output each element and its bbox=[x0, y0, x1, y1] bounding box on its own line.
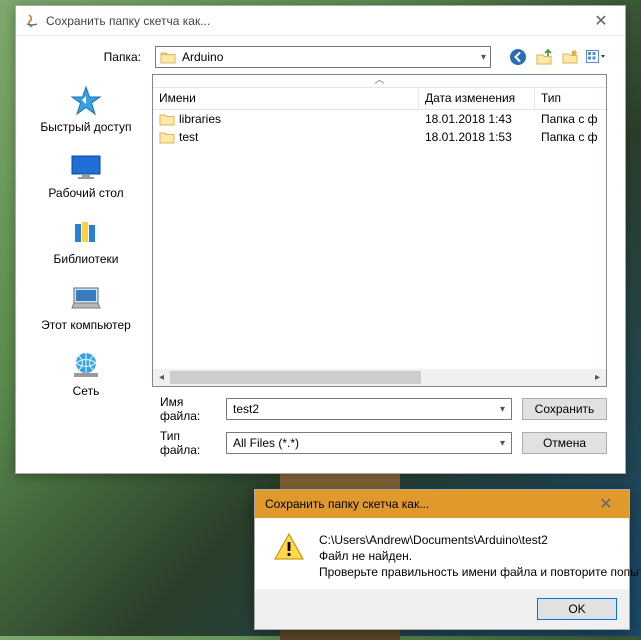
file-rows: libraries 18.01.2018 1:43 Папка с ф test… bbox=[153, 110, 606, 369]
expand-handle[interactable]: ︿ bbox=[153, 75, 606, 88]
places-bar: Быстрый доступ Рабочий стол bbox=[20, 74, 152, 387]
folder-label: Папка: bbox=[34, 50, 149, 64]
col-type[interactable]: Тип bbox=[535, 88, 606, 109]
list-item[interactable]: libraries 18.01.2018 1:43 Папка с ф bbox=[153, 110, 606, 128]
network-icon bbox=[20, 348, 152, 382]
computer-icon bbox=[20, 282, 152, 316]
scroll-right-icon[interactable]: ▸ bbox=[589, 369, 606, 386]
error-titlebar: Сохранить папку скетча как... ✕ bbox=[255, 490, 629, 518]
place-libraries[interactable]: Библиотеки bbox=[20, 210, 152, 276]
filename-input[interactable]: test2 ▾ bbox=[226, 398, 512, 420]
error-close-button[interactable]: ✕ bbox=[587, 492, 625, 516]
save-dialog: Сохранить папку скетча как... ✕ Папка: A… bbox=[15, 5, 626, 474]
desktop-icon bbox=[20, 150, 152, 184]
error-dialog: Сохранить папку скетча как... ✕ C:\Users… bbox=[254, 489, 630, 630]
back-button[interactable] bbox=[507, 46, 529, 68]
dialog-title: Сохранить папку скетча как... bbox=[46, 14, 581, 28]
chevron-down-icon[interactable]: ▾ bbox=[500, 438, 505, 449]
filename-label: Имя файла: bbox=[20, 395, 216, 423]
up-button[interactable] bbox=[533, 46, 555, 68]
filetype-select[interactable]: All Files (*.*) ▾ bbox=[226, 432, 512, 454]
error-title: Сохранить папку скетча как... bbox=[265, 497, 587, 511]
filetype-label: Тип файла: bbox=[20, 429, 216, 457]
horizontal-scrollbar[interactable]: ◂ ▸ bbox=[153, 369, 606, 386]
folder-icon bbox=[159, 130, 175, 144]
place-computer[interactable]: Этот компьютер bbox=[20, 276, 152, 342]
place-desktop[interactable]: Рабочий стол bbox=[20, 144, 152, 210]
scroll-thumb[interactable] bbox=[170, 371, 421, 384]
file-list: ︿ Имени Дата изменения Тип libraries 18.… bbox=[152, 74, 607, 387]
java-icon bbox=[24, 13, 40, 29]
quick-access-icon bbox=[20, 84, 152, 118]
chevron-down-icon[interactable]: ▾ bbox=[481, 52, 486, 63]
close-button[interactable]: ✕ bbox=[581, 8, 621, 34]
titlebar: Сохранить папку скетча как... ✕ bbox=[16, 6, 625, 36]
list-item[interactable]: test 18.01.2018 1:53 Папка с ф bbox=[153, 128, 606, 146]
ok-button[interactable]: OK bbox=[537, 598, 617, 620]
chevron-down-icon[interactable]: ▾ bbox=[500, 404, 505, 415]
folder-icon bbox=[159, 112, 175, 126]
folder-toolbar: Папка: Arduino ▾ bbox=[16, 36, 625, 74]
error-message: C:\Users\Andrew\Documents\Arduino\test2 … bbox=[319, 532, 641, 583]
view-menu-button[interactable] bbox=[585, 46, 607, 68]
col-date[interactable]: Дата изменения bbox=[419, 88, 535, 109]
scroll-left-icon[interactable]: ◂ bbox=[153, 369, 170, 386]
libraries-icon bbox=[20, 216, 152, 250]
col-name[interactable]: Имени bbox=[153, 88, 419, 109]
folder-icon bbox=[160, 50, 176, 64]
place-quick-access[interactable]: Быстрый доступ bbox=[20, 78, 152, 144]
folder-dropdown[interactable]: Arduino ▾ bbox=[155, 46, 491, 68]
folder-value: Arduino bbox=[182, 50, 481, 64]
new-folder-button[interactable] bbox=[559, 46, 581, 68]
column-headers: Имени Дата изменения Тип bbox=[153, 88, 606, 110]
warning-icon bbox=[273, 532, 305, 583]
cancel-button[interactable]: Отмена bbox=[522, 432, 607, 454]
save-button[interactable]: Сохранить bbox=[522, 398, 607, 420]
